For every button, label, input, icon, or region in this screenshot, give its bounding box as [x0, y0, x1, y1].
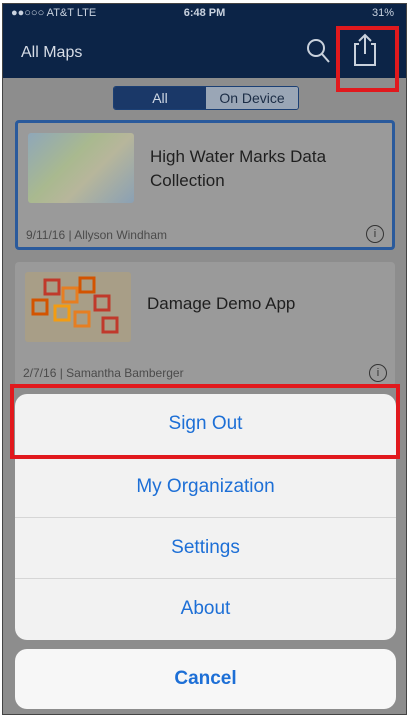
map-thumbnail [28, 133, 134, 203]
about-button[interactable]: About [15, 578, 396, 639]
map-author: Allyson Windham [74, 228, 167, 242]
segment-all[interactable]: All [114, 87, 206, 109]
map-card[interactable]: Damage Demo App 2/7/16 | Samantha Bamber… [15, 262, 395, 386]
map-card[interactable]: High Water Marks Data Collection 9/11/16… [15, 120, 395, 250]
sign-out-highlight-box [10, 384, 400, 459]
info-icon[interactable]: i [369, 364, 387, 382]
phone-screen: ●●○○○ AT&T LTE 6:48 PM 31% All Maps All … [2, 3, 407, 715]
my-organization-button[interactable]: My Organization [15, 456, 396, 517]
page-title: All Maps [21, 44, 83, 61]
map-thumbnail [25, 272, 131, 342]
status-time: 6:48 PM [183, 7, 226, 19]
map-title: High Water Marks Data Collection [150, 147, 327, 190]
settings-button[interactable]: Settings [15, 517, 396, 578]
map-author: Samantha Bamberger [66, 366, 184, 380]
map-meta: 2/7/16 | Samantha Bamberger [23, 366, 184, 380]
map-date: 2/7/16 [23, 366, 57, 380]
search-icon[interactable] [305, 36, 331, 66]
filter-segmented-control: All On Device [113, 86, 299, 110]
info-icon[interactable]: i [366, 225, 384, 243]
segment-on-device[interactable]: On Device [206, 87, 298, 109]
status-bar: ●●○○○ AT&T LTE 6:48 PM 31% [3, 4, 406, 24]
map-date: 9/11/16 [26, 228, 66, 242]
map-title: Damage Demo App [147, 294, 296, 313]
battery-level: 31% [371, 7, 394, 19]
map-meta: 9/11/16 | Allyson Windham [26, 228, 167, 242]
cancel-button[interactable]: Cancel [15, 649, 396, 709]
share-highlight-box [336, 26, 399, 92]
